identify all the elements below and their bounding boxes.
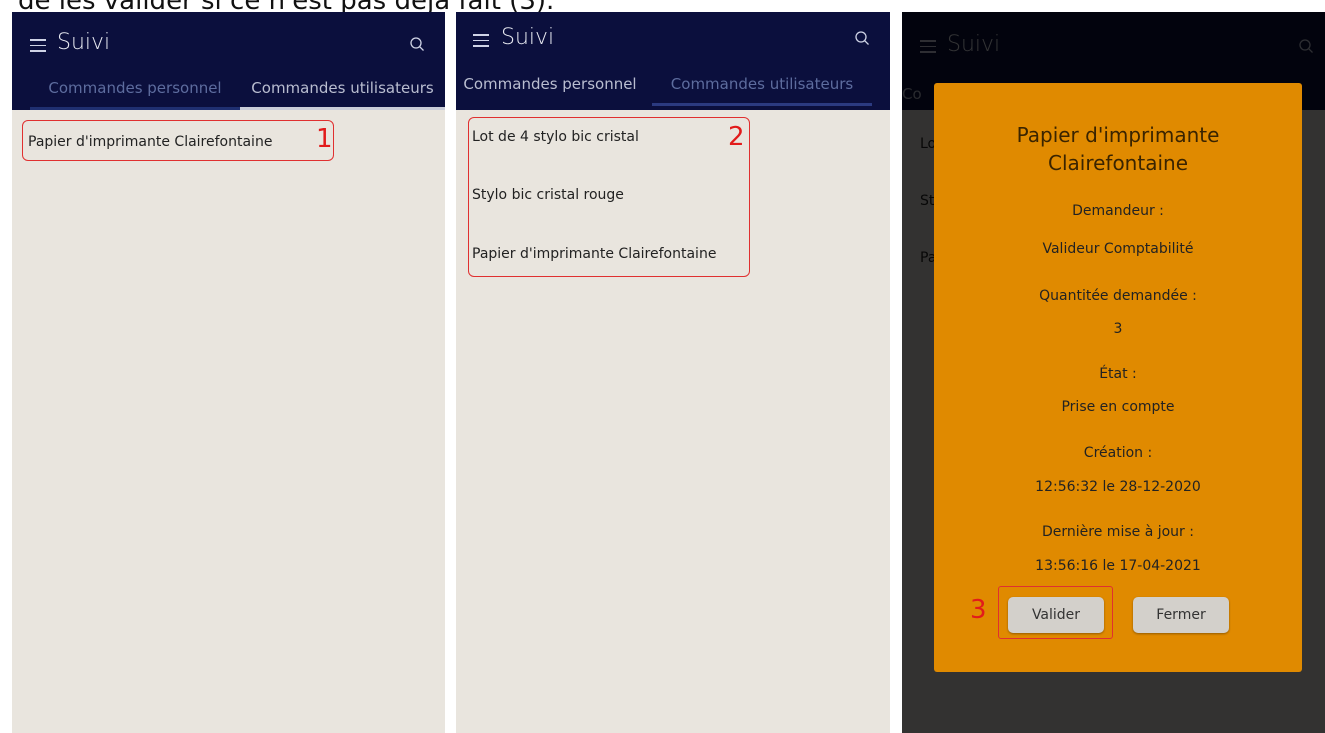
step-marker: 3 [970,595,987,625]
created-label: Création : [1083,445,1153,461]
search-icon[interactable] [854,30,870,46]
app-bar: Suivi Commandes personnel Commandes util… [12,12,445,110]
order-detail-dialog: Papier d'imprimante Clairefontaine Deman… [934,83,1302,672]
highlight-box [468,117,750,277]
app-bar: Suivi Commandes personnel Commandes util… [456,12,890,110]
tab-commandes-personnel[interactable]: Commandes personnel [456,70,650,106]
updated-value: 13:56:16 le 17-04-2021 [1035,558,1201,574]
tab-commandes-utilisateurs[interactable]: Commandes utilisateurs [652,70,872,106]
dialog-title-line: Papier d'imprimante [1016,123,1220,147]
quantity-label: Quantitée demandée : [1039,288,1197,304]
tab-bar: Commandes personnel Commandes utilisateu… [456,70,890,106]
menu-icon[interactable] [30,39,46,52]
menu-icon[interactable] [473,34,489,47]
step-marker: 2 [728,122,745,152]
state-value: Prise en compte [1061,399,1175,415]
screen-order-detail: Suivi Co Lo St Pa Papier d'imprimante Cl… [902,12,1325,733]
requester-label: Demandeur : [1072,203,1164,219]
tab-commandes-personnel[interactable]: Commandes personnel [30,74,240,110]
tab-indicator-active [652,103,872,106]
app-title: Suivi [57,30,111,55]
tab-indicator-active [240,107,445,110]
search-icon[interactable] [409,36,425,52]
dialog-title: Papier d'imprimante Clairefontaine [934,121,1302,177]
created-value: 12:56:32 le 28-12-2020 [1035,479,1201,495]
close-button[interactable]: Fermer [1133,597,1229,633]
requester-value: Valideur Comptabilité [1042,241,1194,257]
quantity-value: 3 [1113,321,1123,337]
tab-commandes-utilisateurs[interactable]: Commandes utilisateurs [240,74,445,110]
app-title: Suivi [501,25,555,50]
dialog-title-line: Clairefontaine [1047,151,1188,175]
screen-user-orders: Suivi Commandes personnel Commandes util… [456,12,890,733]
screen-personal-orders: Suivi Commandes personnel Commandes util… [12,12,445,733]
state-label: État : [1099,366,1137,382]
tab-indicator [30,107,240,110]
updated-label: Dernière mise à jour : [1042,524,1194,540]
highlight-box [998,586,1113,639]
highlight-box [22,120,334,161]
step-marker: 1 [316,124,333,154]
tab-bar: Commandes personnel Commandes utilisateu… [12,74,445,110]
